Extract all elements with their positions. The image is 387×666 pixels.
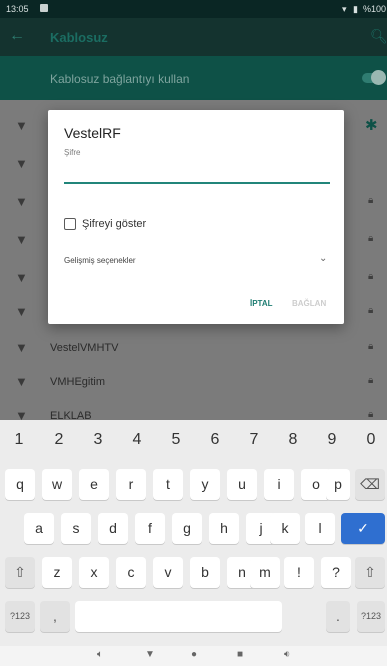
- symbols-left-button[interactable]: ?123: [5, 601, 35, 632]
- recents-icon[interactable]: ■: [237, 649, 243, 660]
- lock-icon: 🔒︎: [368, 409, 374, 420]
- network-row-elklab[interactable]: ▼ ELKLAB 🔒︎: [0, 398, 387, 420]
- key-question[interactable]: ?: [321, 557, 351, 588]
- key-2[interactable]: 2: [40, 429, 78, 451]
- key-f[interactable]: f: [135, 513, 165, 544]
- wifi-icon: ▼: [15, 270, 28, 285]
- key-6[interactable]: 6: [196, 429, 234, 451]
- home-icon[interactable]: ●: [191, 649, 197, 660]
- lock-icon: 🔒︎: [368, 195, 374, 206]
- wifi-icon: ▼: [15, 118, 28, 133]
- key-h[interactable]: h: [209, 513, 239, 544]
- backspace-icon[interactable]: ⌫: [355, 469, 385, 500]
- back-arrow-icon[interactable]: ←: [9, 27, 25, 45]
- battery-icon: ▮: [353, 4, 358, 14]
- wifi-icon: ▼: [15, 304, 28, 319]
- key-g[interactable]: g: [172, 513, 202, 544]
- chevron-down-icon[interactable]: ⌄: [319, 253, 327, 264]
- page-title: Kablosuz: [50, 30, 108, 45]
- key-t[interactable]: t: [153, 469, 183, 500]
- lock-icon: 🔒︎: [368, 233, 374, 244]
- shift-left-icon[interactable]: ⇧: [5, 557, 35, 588]
- show-password-label[interactable]: Şifreyi göster: [82, 218, 146, 230]
- volume-down-icon[interactable]: 🔈︎: [97, 649, 103, 660]
- show-password-checkbox[interactable]: [64, 218, 76, 230]
- key-7[interactable]: 7: [235, 429, 273, 451]
- password-field[interactable]: [64, 162, 330, 184]
- key-4[interactable]: 4: [118, 429, 156, 451]
- status-bar: 13:05 ▾ ▮ %100: [0, 0, 387, 18]
- connect-button[interactable]: BAĞLAN: [292, 299, 326, 308]
- key-y[interactable]: y: [190, 469, 220, 500]
- key-i[interactable]: i: [264, 469, 294, 500]
- key-d[interactable]: d: [98, 513, 128, 544]
- key-w[interactable]: w: [42, 469, 72, 500]
- key-c[interactable]: c: [116, 557, 146, 588]
- network-name: ELKLAB: [50, 410, 92, 420]
- key-8[interactable]: 8: [274, 429, 312, 451]
- key-comma[interactable]: ,: [40, 601, 70, 632]
- enter-check-icon[interactable]: ✓: [341, 513, 385, 544]
- notification-icon: [40, 4, 48, 12]
- key-k[interactable]: k: [270, 513, 300, 544]
- toggle-thumb[interactable]: [371, 70, 386, 85]
- wifi-icon: ▼: [15, 194, 28, 209]
- key-u[interactable]: u: [227, 469, 257, 500]
- cancel-button[interactable]: İPTAL: [250, 299, 273, 308]
- key-z[interactable]: z: [42, 557, 72, 588]
- on-screen-keyboard: 1 2 3 4 5 6 7 8 9 0 q w e r t y u i o p …: [0, 420, 387, 646]
- shift-right-icon[interactable]: ⇧: [355, 557, 385, 588]
- network-row-vmhegitim[interactable]: ▼ VMHEgitim 🔒︎: [0, 364, 387, 400]
- wifi-icon: ▼: [15, 374, 28, 389]
- wifi-signal-icon: ▾: [342, 4, 347, 14]
- key-q[interactable]: q: [5, 469, 35, 500]
- key-l[interactable]: l: [305, 513, 335, 544]
- lock-icon: 🔒︎: [368, 305, 374, 316]
- key-5[interactable]: 5: [157, 429, 195, 451]
- key-r[interactable]: r: [116, 469, 146, 500]
- back-triangle-icon[interactable]: ▼: [145, 649, 155, 660]
- key-v[interactable]: v: [153, 557, 183, 588]
- wifi-icon: ▼: [15, 156, 28, 171]
- wifi-icon: ▼: [15, 232, 28, 247]
- volume-up-icon[interactable]: 🔉︎: [284, 649, 290, 660]
- key-b[interactable]: b: [190, 557, 220, 588]
- lock-icon: 🔒︎: [368, 341, 374, 352]
- network-row-vestelvmhtv[interactable]: ▼ VestelVMHTV 🔒︎: [0, 330, 387, 366]
- lock-icon: 🔒︎: [368, 271, 374, 282]
- spacebar[interactable]: [75, 601, 282, 632]
- lock-icon: 🔒︎: [368, 375, 374, 386]
- key-m[interactable]: m: [250, 557, 280, 588]
- key-p[interactable]: p: [326, 469, 350, 500]
- navigation-bar: 🔈︎ ▼ ● ■ 🔉︎: [0, 646, 387, 666]
- search-icon[interactable]: 🔍︎: [370, 28, 387, 45]
- key-e[interactable]: e: [79, 469, 109, 500]
- battery-percent: %100: [363, 4, 387, 14]
- symbols-right-button[interactable]: ?123: [357, 601, 385, 632]
- key-1[interactable]: 1: [0, 429, 38, 451]
- wifi-toggle-label: Kablosuz bağlantıyı kullan: [50, 72, 190, 86]
- key-3[interactable]: 3: [79, 429, 117, 451]
- wifi-toggle-bar[interactable]: Kablosuz bağlantıyı kullan: [0, 56, 387, 100]
- network-name: VMHEgitim: [50, 376, 106, 388]
- dialog-title: VestelRF: [64, 125, 121, 141]
- network-name: VestelVMHTV: [50, 342, 119, 354]
- gear-icon[interactable]: ✱: [365, 116, 378, 134]
- key-period[interactable]: .: [326, 601, 350, 632]
- key-exclamation[interactable]: !: [284, 557, 314, 588]
- advanced-options-label[interactable]: Gelişmiş seçenekler: [64, 256, 136, 265]
- key-9[interactable]: 9: [313, 429, 351, 451]
- wifi-icon: ▼: [15, 408, 28, 420]
- wifi-password-dialog: VestelRF Şifre Şifreyi göster Gelişmiş s…: [48, 110, 344, 324]
- toolbar: ← Kablosuz 🔍︎: [0, 18, 387, 56]
- status-time: 13:05: [6, 4, 29, 14]
- key-0[interactable]: 0: [352, 429, 387, 451]
- key-a[interactable]: a: [24, 513, 54, 544]
- wifi-icon: ▼: [15, 340, 28, 355]
- password-label: Şifre: [64, 148, 81, 157]
- key-s[interactable]: s: [61, 513, 91, 544]
- key-x[interactable]: x: [79, 557, 109, 588]
